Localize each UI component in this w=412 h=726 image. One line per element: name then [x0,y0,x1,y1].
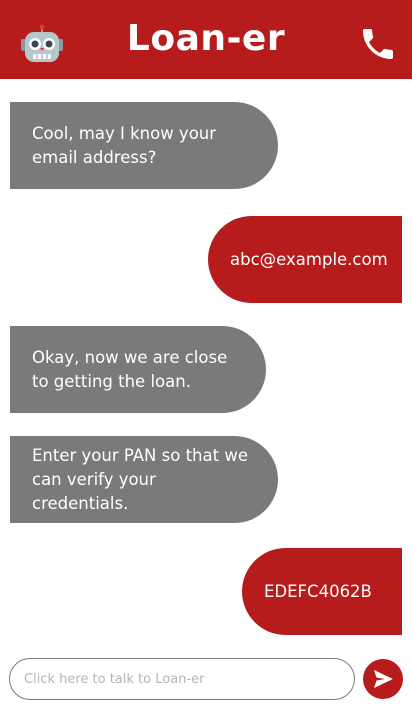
phone-icon[interactable] [358,24,398,64]
user-message: EDEFC4062B [242,548,402,635]
bot-message: Cool, may I know your email address? [10,102,278,189]
send-button[interactable] [363,659,403,699]
bot-message: Okay, now we are close to getting the lo… [10,326,266,413]
chat-app: Loan-er Cool, may I know your email addr… [0,0,412,726]
message-input[interactable] [9,658,355,700]
chat-messages: Cool, may I know your email address? abc… [0,79,412,644]
message-composer [0,644,412,726]
send-icon [374,670,393,688]
app-header: Loan-er [0,0,412,79]
app-title: Loan-er [126,18,286,59]
bot-message: Enter your PAN so that we can verify you… [10,436,278,523]
user-message: abc@example.com [208,216,402,303]
